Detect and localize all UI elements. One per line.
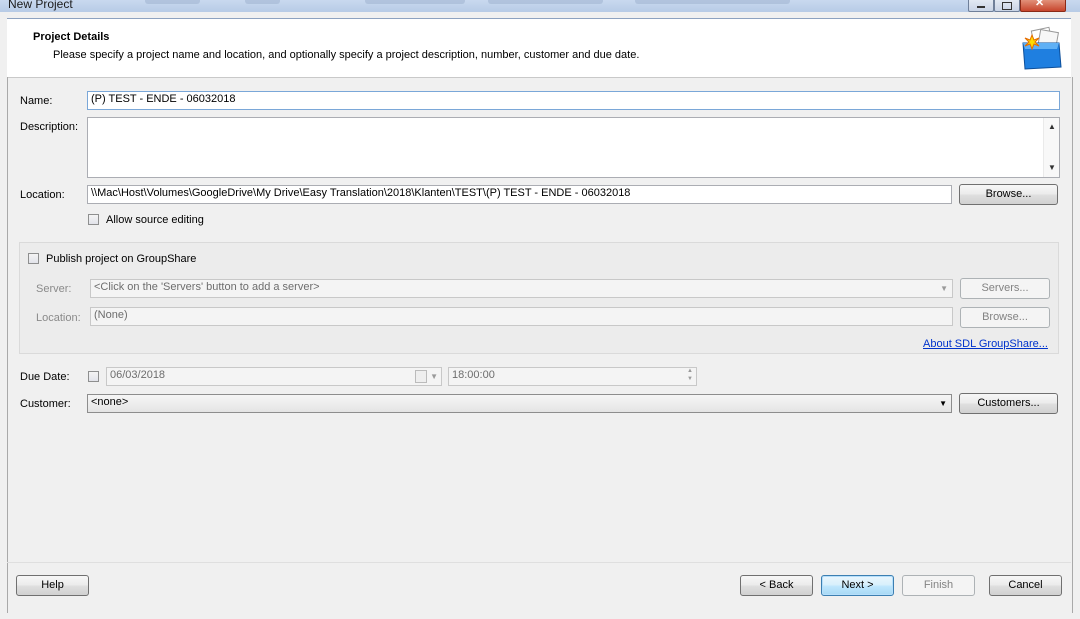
page-title: Project Details <box>33 31 110 43</box>
due-date-label: Due Date: <box>20 371 70 383</box>
minimize-button[interactable] <box>968 0 994 12</box>
maximize-button[interactable] <box>994 0 1020 12</box>
background-blur <box>245 0 280 4</box>
background-blur <box>635 0 790 4</box>
customers-button[interactable]: Customers... <box>959 393 1058 414</box>
about-groupshare-link[interactable]: About SDL GroupShare... <box>923 338 1048 350</box>
servers-button[interactable]: Servers... <box>960 278 1050 299</box>
maximize-icon <box>1002 2 1012 10</box>
footer-divider <box>7 562 1071 563</box>
publish-groupshare-label: Publish project on GroupShare <box>46 253 197 265</box>
gs-location-label: Location: <box>36 312 81 324</box>
help-button[interactable]: Help <box>16 575 89 596</box>
spin-up-icon[interactable]: ▲ <box>687 368 693 374</box>
browse-button[interactable]: Browse... <box>959 184 1058 205</box>
description-label: Description: <box>20 121 79 133</box>
scroll-down-icon[interactable]: ▼ <box>1048 163 1056 172</box>
project-box-icon <box>1022 26 1062 70</box>
server-value: <Click on the 'Servers' button to add a … <box>94 281 320 293</box>
due-time-value: 18:00:00 <box>452 369 495 381</box>
page-subtitle: Please specify a project name and locati… <box>53 49 640 61</box>
customer-dropdown[interactable]: <none> ▼ <box>87 394 952 413</box>
minimize-icon <box>977 6 985 8</box>
next-button[interactable]: Next > <box>821 575 894 596</box>
due-date-value: 06/03/2018 <box>110 369 166 381</box>
name-label: Name: <box>20 95 53 107</box>
due-date-picker[interactable]: 06/03/2018 ▼ <box>106 367 442 386</box>
finish-button[interactable]: Finish <box>902 575 975 596</box>
description-scrollbar[interactable]: ▲ ▼ <box>1043 118 1059 177</box>
wizard-header: Project Details Please specify a project… <box>7 18 1071 78</box>
due-time-field[interactable]: 18:00:00 ▲ ▼ <box>448 367 697 386</box>
calendar-icon <box>415 370 427 383</box>
window-title-bar[interactable]: New Project ✕ <box>0 0 1080 12</box>
close-button[interactable]: ✕ <box>1020 0 1066 12</box>
location-field[interactable]: \\Mac\Host\Volumes\GoogleDrive\My Drive\… <box>87 185 952 204</box>
customer-value: <none> <box>91 396 129 408</box>
spin-down-icon[interactable]: ▼ <box>687 376 693 382</box>
customer-label: Customer: <box>20 398 71 410</box>
allow-source-editing-label: Allow source editing <box>106 214 204 226</box>
close-icon: ✕ <box>1035 0 1045 9</box>
gs-browse-button[interactable]: Browse... <box>960 307 1050 328</box>
scroll-up-icon[interactable]: ▲ <box>1048 122 1056 131</box>
location-label: Location: <box>20 189 65 201</box>
publish-groupshare-checkbox[interactable] <box>28 253 39 264</box>
background-blur <box>365 0 465 4</box>
background-blur <box>145 0 200 4</box>
due-date-checkbox[interactable] <box>88 371 99 382</box>
dropdown-arrow-icon: ▼ <box>939 399 947 408</box>
server-dropdown[interactable]: <Click on the 'Servers' button to add a … <box>90 279 953 298</box>
background-blur <box>488 0 603 4</box>
back-button[interactable]: < Back <box>740 575 813 596</box>
description-field[interactable]: ▲ ▼ <box>87 117 1060 178</box>
window-title: New Project <box>8 0 73 11</box>
allow-source-editing-checkbox[interactable] <box>88 214 99 225</box>
dropdown-arrow-icon: ▼ <box>940 284 948 293</box>
cancel-button[interactable]: Cancel <box>989 575 1062 596</box>
name-field[interactable]: (P) TEST - ENDE - 06032018 <box>87 91 1060 110</box>
server-label: Server: <box>36 283 72 295</box>
gs-location-field[interactable]: (None) <box>90 307 953 326</box>
dropdown-arrow-icon: ▼ <box>430 372 438 381</box>
